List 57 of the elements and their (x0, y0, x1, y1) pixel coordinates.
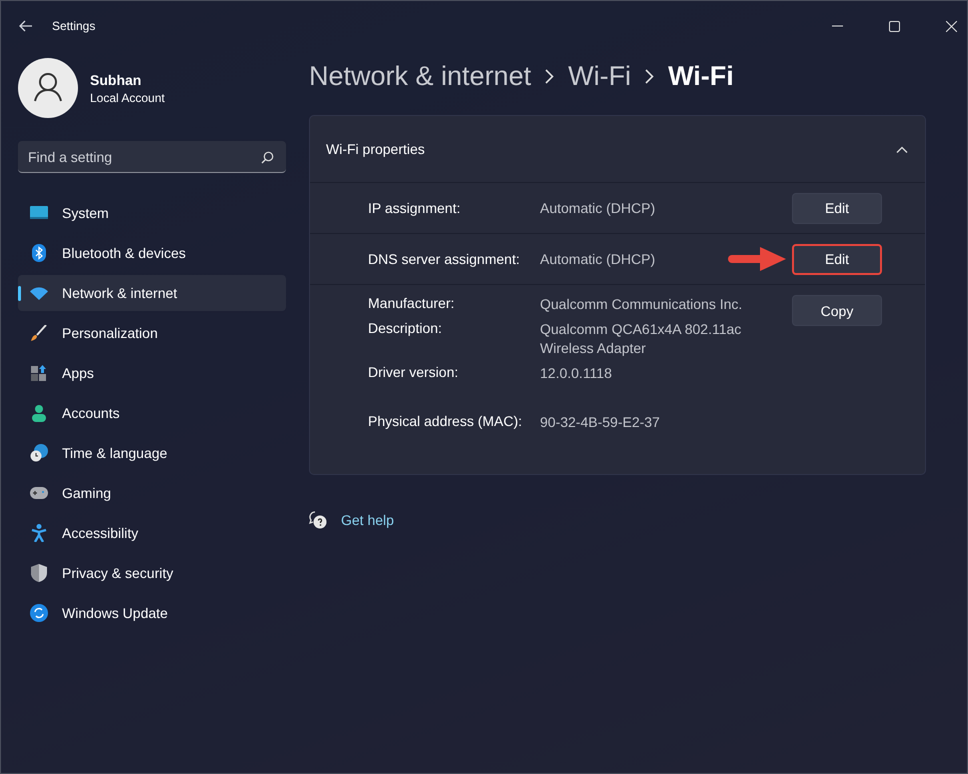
breadcrumb-item: Wi-Fi (668, 60, 734, 92)
property-value: Qualcomm Communications Inc. (540, 295, 742, 314)
monitor-icon (29, 206, 49, 220)
sidebar-item[interactable]: System (18, 195, 286, 231)
property-value: Automatic (DHCP) (540, 200, 656, 216)
maximize-icon[interactable] (889, 20, 900, 32)
copy-button[interactable]: Copy (792, 295, 882, 326)
window-title: Settings (52, 19, 96, 33)
property-label: IP assignment: (368, 200, 462, 216)
sidebar-item[interactable]: Gaming (18, 475, 286, 511)
sidebar-item[interactable]: Privacy & security (18, 555, 286, 591)
sidebar-item[interactable]: Network & internet (18, 275, 286, 311)
breadcrumb-item[interactable]: Network & internet (309, 60, 532, 92)
breadcrumb-item[interactable]: Wi-Fi (568, 60, 632, 92)
wifi-icon (29, 286, 49, 300)
chevron-icon (545, 68, 554, 84)
search-field[interactable]: Find a setting (18, 141, 286, 173)
close-icon[interactable] (946, 20, 957, 32)
apps-icon (29, 365, 49, 381)
property-label: Physical address (MAC): (368, 413, 524, 429)
sidebar-item[interactable]: Apps (18, 355, 286, 391)
edit-button[interactable]: Edit (792, 192, 882, 224)
bluetooth-icon (29, 244, 49, 262)
accessibility-icon (29, 524, 49, 542)
shield-icon (29, 564, 49, 582)
update-icon (29, 604, 49, 622)
avatar-icon (18, 58, 78, 118)
sidebar-item[interactable]: Personalization (18, 315, 286, 351)
card-title: Wi-Fi properties (326, 141, 425, 157)
gamepad-icon (29, 487, 49, 499)
sidebar-item[interactable]: Accessibility (18, 515, 286, 551)
sidebar-item[interactable]: Accounts (18, 395, 286, 431)
arrow-annotation (728, 247, 786, 271)
property-value: Automatic (DHCP) (540, 251, 656, 267)
chevron-icon[interactable] (896, 146, 908, 152)
clock-globe-icon (29, 444, 49, 462)
account-name: Subhan (90, 72, 142, 88)
sidebar-item[interactable]: Time & language (18, 435, 286, 471)
property-value: 12.0.0.1118 (540, 364, 612, 383)
property-value: Qualcomm QCA61x4A 802.11ac Wireless Adapter (540, 320, 742, 358)
brush-icon (29, 325, 49, 341)
property-label: Description: (368, 320, 443, 336)
minimize-icon[interactable] (832, 25, 843, 27)
sidebar-item[interactable]: Bluetooth & devices (18, 235, 286, 271)
chevron-icon (645, 68, 654, 84)
sidebar-item[interactable]: Windows Update (18, 595, 286, 631)
account-type: Local Account (90, 90, 165, 104)
edit-button[interactable]: Edit (792, 244, 882, 274)
property-label: DNS server assignment: (368, 251, 521, 267)
person-icon (29, 404, 49, 422)
help-link[interactable]: Get help (341, 512, 394, 528)
property-label: Driver version: (368, 364, 460, 380)
help-icon (309, 511, 327, 529)
property-value: 90-32-4B-59-E2-37 (540, 413, 660, 432)
property-label: Manufacturer: (368, 295, 456, 311)
back-icon[interactable] (19, 20, 33, 32)
search-icon[interactable] (261, 151, 274, 164)
